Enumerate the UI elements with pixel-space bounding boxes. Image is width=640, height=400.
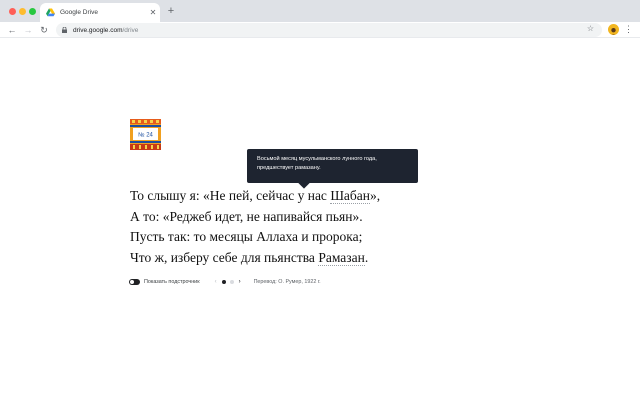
plus-icon[interactable]: + [165, 5, 177, 17]
tooltip-text: Восьмой месяц мусульманского лунного год… [257, 156, 377, 171]
chevron-left-icon[interactable]: ‹ [212, 279, 220, 285]
window-close-dot[interactable] [9, 8, 16, 15]
poem-line-4-start: Что ж, изберу себе для пьянства [130, 249, 319, 265]
reload-icon[interactable]: ↻ [38, 24, 50, 36]
poem-pager: ‹ › [212, 279, 244, 285]
poem-line-3: Пусть так: то месяцы Аллаха и пророка; [130, 229, 363, 244]
toggle-knob [130, 280, 134, 284]
poem-line-2: А то: «Реджеб идет, не напивайся пьян». [130, 208, 363, 224]
poem-line-4: Что ж, изберу себе для пьянства Рамазан. [130, 248, 380, 269]
interlinear-toggle-label[interactable]: Показать подстрочник [144, 279, 200, 285]
url-host: drive.google.com [73, 26, 123, 34]
pager-dot-1[interactable] [221, 280, 226, 284]
poem-line-1-end: », [370, 188, 381, 203]
chevron-right-icon[interactable]: › [236, 279, 244, 285]
url-text: drive.google.com/drive [73, 27, 138, 34]
tab-strip: Google Drive ✕ + [0, 0, 640, 22]
address-bar[interactable]: drive.google.com/drive ☆ [56, 23, 602, 37]
star-icon[interactable]: ☆ [587, 24, 594, 33]
poem-line-1-start: То слышу я: «Не пей, сейчас у нас [130, 188, 331, 203]
poster-label: № 24 [138, 132, 153, 139]
kebab-menu-icon[interactable]: ⋮ [624, 23, 633, 37]
window-maximize-dot[interactable] [29, 8, 36, 15]
profile-avatar[interactable] [608, 24, 619, 35]
poster-image: № 24 [130, 119, 161, 150]
poster-art: № 24 [130, 119, 161, 150]
translation-credit: Перевод: О. Румер, 1922 г. [253, 279, 321, 285]
poem-line-1: То слышу я: «Не пей, сейчас у нас Шабан»… [130, 186, 380, 207]
lock-icon [62, 27, 67, 33]
glossary-tooltip: Восьмой месяц мусульманского лунного год… [247, 149, 418, 183]
poem-controls: Показать подстрочник ‹ › Перевод: О. Рум… [129, 277, 321, 287]
back-arrow-icon[interactable]: ← [6, 24, 18, 36]
browser-tab[interactable]: Google Drive ✕ [40, 3, 160, 22]
glossary-term-shaban[interactable]: Шабан [330, 188, 371, 204]
poem-text: То слышу я: «Не пей, сейчас у нас Шабан»… [130, 186, 380, 268]
close-icon[interactable]: ✕ [146, 8, 160, 17]
avatar-icon [611, 28, 616, 35]
interlinear-toggle[interactable] [129, 279, 140, 285]
pager-dot-2[interactable] [229, 280, 234, 284]
browser-toolbar: ← → ↻ drive.google.com/drive ☆ ⋮ [0, 22, 640, 38]
poem-line-4-end: . [364, 249, 369, 265]
google-drive-icon [46, 8, 55, 17]
tab-title: Google Drive [60, 9, 98, 16]
url-path: /drive [122, 26, 139, 34]
glossary-term-ramazan[interactable]: Рамазан [318, 249, 365, 266]
page-content: № 24 То слышу я: «Не пей, сейчас у нас Ш… [0, 39, 640, 400]
forward-arrow-icon[interactable]: → [22, 24, 34, 36]
window-minimize-dot[interactable] [19, 8, 26, 15]
